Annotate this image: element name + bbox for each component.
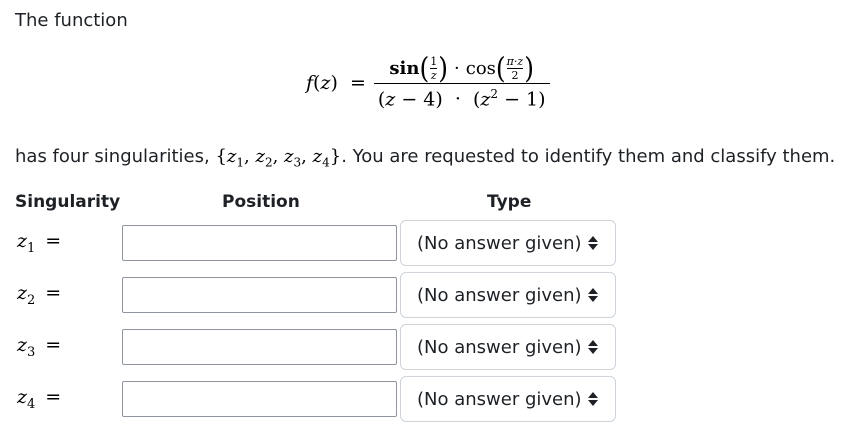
denom-rest: − 4) — [395, 88, 443, 111]
cos-arg-num: π·z — [506, 55, 524, 68]
type-select-value: (No answer given) — [417, 232, 582, 254]
set-sep: , — [244, 146, 256, 167]
select-arrows-icon — [588, 340, 598, 354]
label-var: z — [17, 386, 28, 408]
paren: ( — [495, 51, 506, 85]
header-type: Type — [487, 192, 532, 212]
label-var: z — [17, 230, 28, 252]
set-sub: 4 — [322, 155, 330, 170]
paren: ( — [419, 51, 430, 85]
denom-var: z — [385, 88, 396, 111]
type-select-value: (No answer given) — [417, 336, 582, 358]
set-z: z — [284, 146, 294, 167]
formula-lhs-close: ) — [330, 72, 338, 95]
type-select-4[interactable]: (No answer given) — [400, 376, 616, 422]
singularity-label-2: z2 = — [17, 282, 61, 308]
set-close: } — [329, 146, 342, 167]
singularity-label-3: z3 = — [17, 334, 61, 360]
formula-lhs-var: z — [320, 72, 331, 95]
type-select-1[interactable]: (No answer given) — [400, 220, 616, 266]
position-input-2[interactable] — [122, 277, 397, 313]
label-equals: = — [45, 386, 62, 408]
type-select-3[interactable]: (No answer given) — [400, 324, 616, 370]
label-sub: 2 — [27, 292, 36, 308]
label-sub: 3 — [27, 344, 36, 360]
formula-f: f — [306, 72, 314, 95]
singularities-sentence: has four singularities, {z1, z2, z3, z4}… — [15, 146, 835, 170]
header-singularity: Singularity — [15, 192, 121, 212]
cos-argument-fraction: π·z 2 — [506, 55, 524, 82]
type-select-2[interactable]: (No answer given) — [400, 272, 616, 318]
paren: ) — [524, 51, 534, 85]
position-input-4[interactable] — [122, 381, 397, 417]
denom-rest: − 1) — [498, 88, 546, 111]
label-sub: 4 — [27, 396, 36, 412]
sin-argument-fraction: 1 z — [430, 55, 438, 82]
label-equals: = — [45, 334, 62, 356]
set-sep: , — [272, 146, 285, 167]
sin-function: sin — [389, 58, 420, 79]
formula-denominator: (z − 4) · (z2 − 1) — [374, 84, 550, 110]
type-select-value: (No answer given) — [417, 284, 582, 306]
cos-function: cos — [465, 58, 496, 79]
set-sep: , — [301, 146, 313, 167]
label-sub: 1 — [27, 240, 36, 256]
function-formula: f(z) = sin ( 1 z ) · cos ( π·z 2) (z − … — [306, 51, 550, 110]
formula-equals: = — [349, 72, 366, 95]
select-arrows-icon — [588, 288, 598, 302]
select-arrows-icon — [588, 236, 598, 250]
intro-text: The function — [15, 10, 128, 31]
formula-lhs: f(z) = — [306, 72, 366, 94]
singularity-label-4: z4 = — [17, 386, 61, 412]
label-equals: = — [45, 230, 62, 252]
label-equals: = — [45, 282, 62, 304]
set-sub: 2 — [264, 155, 273, 170]
set-z: z — [312, 146, 323, 167]
position-input-3[interactable] — [122, 329, 397, 365]
singularity-label-1: z1 = — [17, 230, 61, 256]
sentence-prefix: has four singularities, — [15, 146, 216, 167]
set-z: z — [255, 146, 265, 167]
multiply-dot: · — [454, 58, 460, 79]
set-open: { — [215, 146, 227, 167]
question-page: The function f(z) = sin ( 1 z ) · cos ( … — [0, 0, 865, 439]
paren: ) — [438, 51, 449, 85]
multiply-dot: · — [454, 88, 461, 111]
type-select-value: (No answer given) — [417, 388, 582, 410]
formula-numerator: sin ( 1 z ) · cos ( π·z 2 ) — [385, 51, 538, 85]
header-position: Position — [222, 192, 300, 212]
label-var: z — [17, 334, 28, 356]
label-var: z — [17, 282, 28, 304]
denom-exponent: 2 — [490, 87, 499, 101]
sin-arg-num: 1 — [430, 55, 438, 68]
select-arrows-icon — [588, 392, 598, 406]
set-sub: 1 — [236, 155, 245, 170]
sin-arg-den: z — [430, 69, 437, 82]
cos-arg-den: 2 — [511, 69, 519, 82]
denom-var: z — [480, 88, 491, 111]
sentence-suffix: . You are requested to identify them and… — [341, 146, 836, 167]
singularity-set: {z1, z2, z3, z4} — [215, 146, 342, 170]
formula-fraction: sin ( 1 z ) · cos ( π·z 2 ) (z − 4) · (z… — [373, 51, 550, 110]
position-input-1[interactable] — [122, 225, 397, 261]
set-z: z — [226, 146, 237, 167]
